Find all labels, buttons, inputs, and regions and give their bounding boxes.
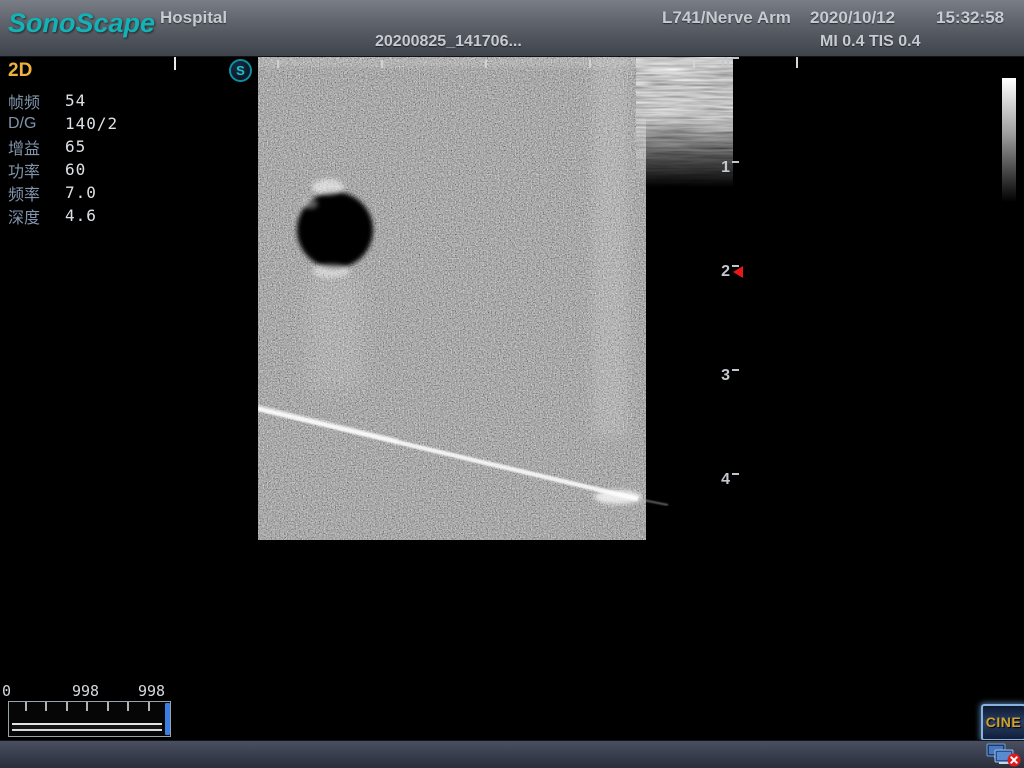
scale-tick xyxy=(589,60,591,68)
taskbar xyxy=(0,740,1024,768)
depth-label-3: 3 xyxy=(710,367,730,385)
ultrasound-screen: SonoScape Hospital 20200825_141706... L7… xyxy=(0,0,1024,768)
cine-progress-track[interactable] xyxy=(8,701,171,737)
param-row-frequency: 频率 7.0 xyxy=(8,181,158,204)
param-row-depth: 深度 4.6 xyxy=(8,204,158,227)
depth-dash xyxy=(732,161,739,163)
top-status-bar: SonoScape Hospital 20200825_141706... L7… xyxy=(0,0,1024,57)
exam-id: 20200825_141706... xyxy=(375,33,522,51)
param-value: 4.6 xyxy=(65,206,97,225)
param-value: 54 xyxy=(65,91,86,110)
scale-tick xyxy=(381,60,383,68)
param-value: 60 xyxy=(65,160,86,179)
cine-start-frame: 0 xyxy=(2,682,11,700)
param-label: 频率 xyxy=(8,181,65,205)
speckle-render xyxy=(258,57,733,540)
system-date: 2020/10/12 xyxy=(810,8,895,28)
param-value: 7.0 xyxy=(65,183,97,202)
param-value: 65 xyxy=(65,137,86,156)
scale-tick xyxy=(693,60,695,68)
cine-tick xyxy=(127,702,129,711)
depth-label-4: 4 xyxy=(710,471,730,489)
param-row-gain: 增益 65 xyxy=(8,135,158,158)
param-label: 深度 xyxy=(8,204,65,228)
system-time: 15:32:58 xyxy=(936,8,1004,28)
cine-groove xyxy=(12,723,162,731)
probe-preset: L741/Nerve Arm xyxy=(662,8,791,28)
depth-label-0: 0 xyxy=(710,55,730,73)
mode-label: 2D xyxy=(8,60,158,82)
depth-label-2: 2 xyxy=(710,263,730,281)
parameter-panel: 2D 帧频 54 D/G 140/2 增益 65 功率 60 频率 7.0 深度… xyxy=(8,60,158,227)
param-label: 功率 xyxy=(8,158,65,182)
sonoscape-s-icon: S xyxy=(229,59,252,82)
depth-dash xyxy=(732,473,739,475)
param-value: 140/2 xyxy=(65,114,118,133)
focus-marker-triangle[interactable] xyxy=(733,266,743,278)
ultrasound-b-mode-image[interactable] xyxy=(258,57,733,540)
mi-tis-readout: MI 0.4 TIS 0.4 xyxy=(820,33,920,51)
depth-label-1: 1 xyxy=(710,159,730,177)
top-focus-tick xyxy=(796,57,798,68)
grayscale-map-bar xyxy=(1002,78,1016,202)
cine-tick xyxy=(86,702,88,711)
param-row-dg: D/G 140/2 xyxy=(8,112,158,135)
scale-tick xyxy=(277,60,279,68)
cine-total-frames: 998 xyxy=(138,682,165,700)
param-label: 帧频 xyxy=(8,89,65,113)
cine-tick xyxy=(66,702,68,711)
cine-current-frame: 998 xyxy=(72,682,99,700)
network-error-icon[interactable] xyxy=(986,743,1022,768)
cine-button[interactable]: CINE xyxy=(981,704,1024,741)
depth-dash xyxy=(732,369,739,371)
cine-slider-handle[interactable] xyxy=(165,703,170,735)
param-label: D/G xyxy=(8,115,65,133)
param-row-frame-rate: 帧频 54 xyxy=(8,89,158,112)
sonoscape-logo: SonoScape xyxy=(8,8,155,39)
cine-tick xyxy=(107,702,109,711)
cine-tick xyxy=(45,702,47,711)
cine-tick xyxy=(25,702,27,711)
param-label: 增益 xyxy=(8,135,65,159)
hospital-name: Hospital xyxy=(160,8,227,28)
scale-tick xyxy=(485,60,487,68)
depth-dash xyxy=(732,57,739,59)
param-row-power: 功率 60 xyxy=(8,158,158,181)
cine-tick xyxy=(148,702,150,711)
cursor-marker xyxy=(174,57,176,70)
